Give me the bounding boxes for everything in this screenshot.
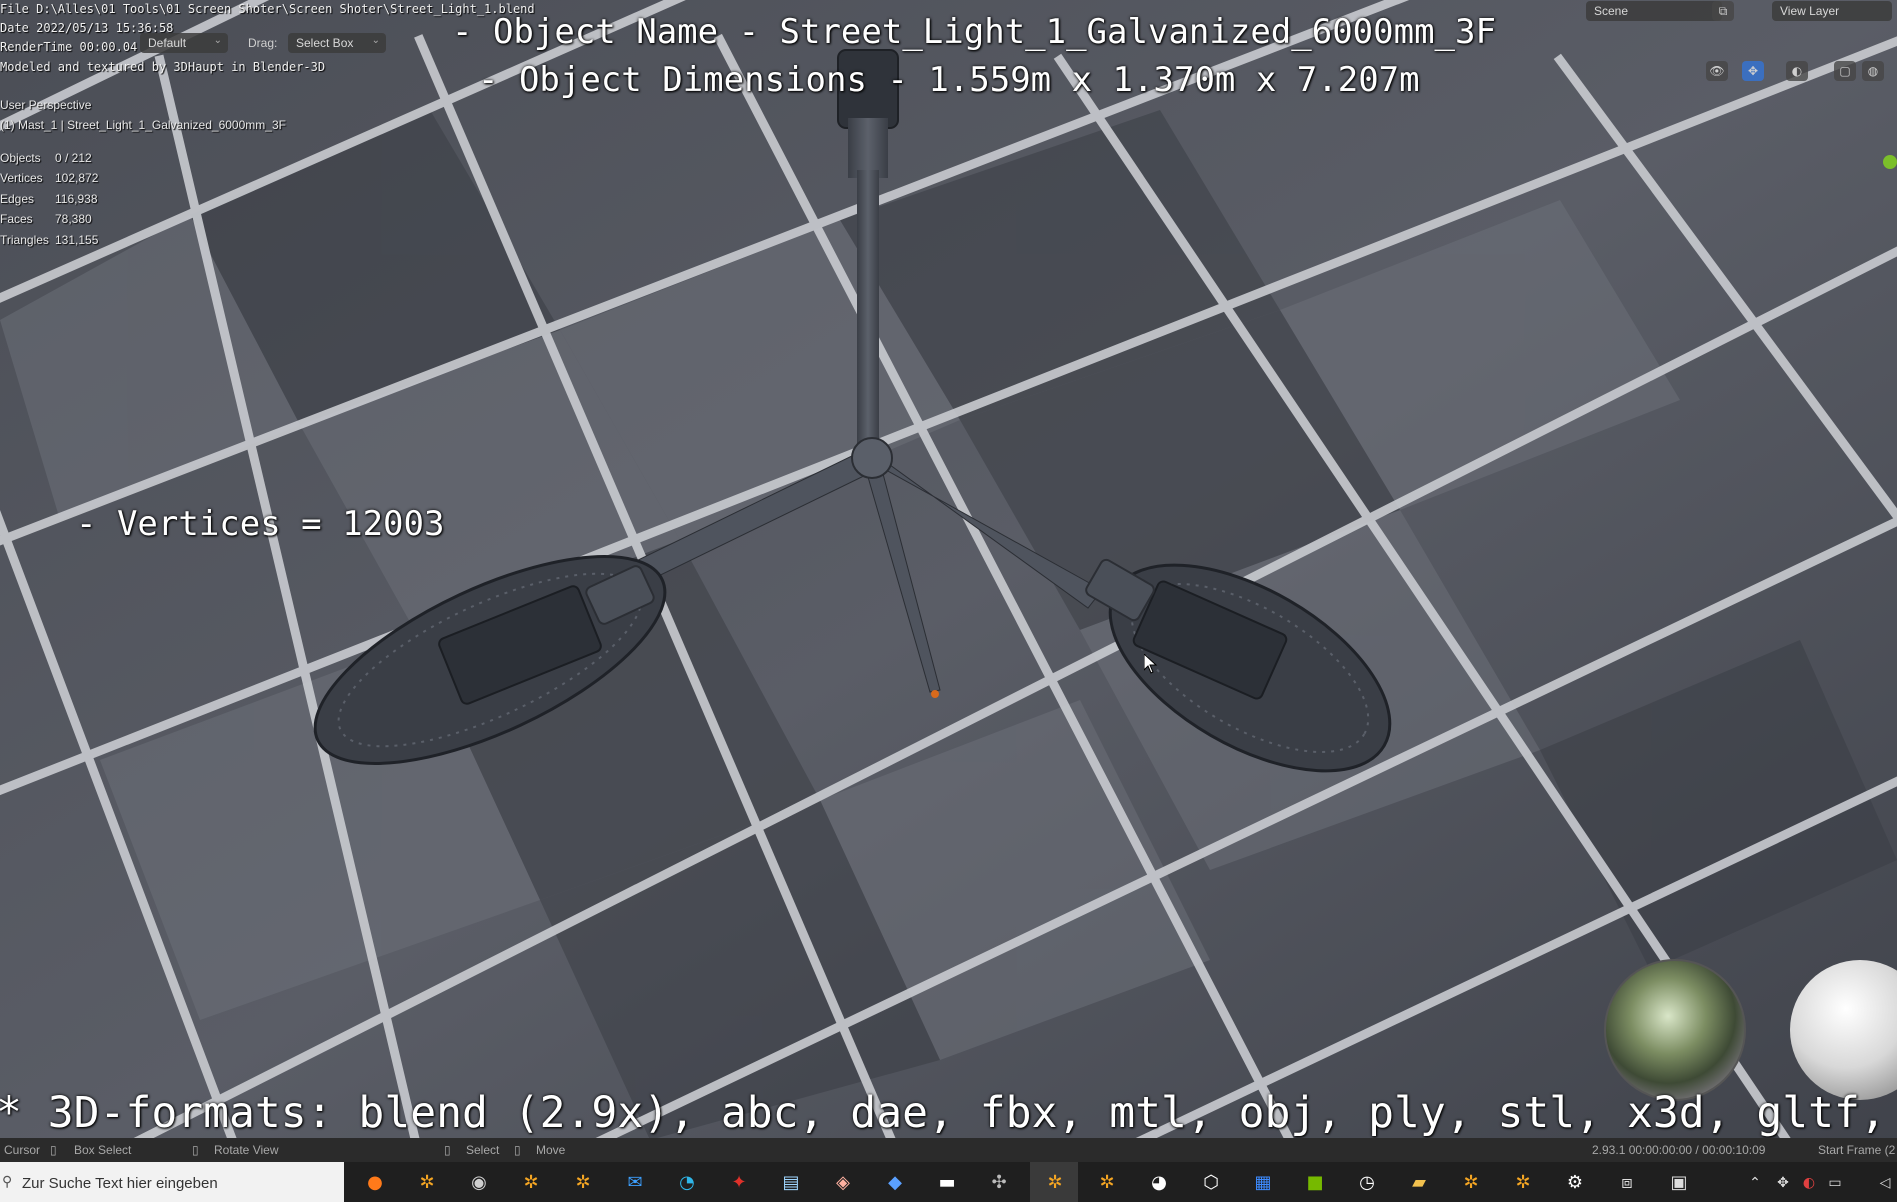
network-icon[interactable]: ⧈	[1614, 1170, 1640, 1196]
stat-triangles: Triangles 131,155	[0, 233, 99, 247]
blender-icon[interactable]: ✲	[1458, 1170, 1484, 1196]
overlay-icon[interactable]: ◐	[1786, 61, 1808, 81]
clock-icon[interactable]: ◷	[1354, 1170, 1380, 1196]
firefox-icon[interactable]: ●	[362, 1170, 388, 1196]
orientation-dropdown[interactable]: Default ⌄	[140, 33, 228, 53]
object-dimensions-overlay: - Object Dimensions - 1.559m x 1.370m x …	[478, 60, 1420, 100]
xray-icon[interactable]: ▢	[1834, 61, 1856, 81]
orientation-value: Default	[148, 36, 187, 50]
chevron-down-icon: ⌄	[213, 35, 222, 46]
blender-icon[interactable]: ✲	[1510, 1170, 1536, 1196]
mouse-left-icon: ▯	[50, 1143, 57, 1157]
folder-icon[interactable]: ▰	[1406, 1170, 1432, 1196]
tray-network-icon[interactable]: ✥	[1770, 1170, 1796, 1196]
stat-edges: Edges 116,938	[0, 192, 98, 206]
edge-icon[interactable]: ◔	[674, 1170, 700, 1196]
stat-vertices: Vertices 102,872	[0, 171, 99, 185]
cube-icon[interactable]: ⬡	[1198, 1170, 1224, 1196]
tray-battery-icon[interactable]: ▭	[1822, 1170, 1848, 1196]
status-rotate-view: Rotate View	[214, 1143, 279, 1157]
stat-objects: Objects 0 / 212	[0, 151, 92, 165]
box-icon[interactable]: ◆	[882, 1170, 908, 1196]
status-move: Move	[536, 1143, 566, 1157]
drag-dropdown[interactable]: Select Box ⌄	[288, 33, 386, 53]
status-select: Select	[466, 1143, 500, 1157]
paint-icon[interactable]: ◈	[830, 1170, 856, 1196]
modeled-by-stamp: Modeled and textured by 3DHaupt in Blend…	[0, 60, 326, 74]
3d-viewport[interactable]: - Object Name - Street_Light_1_Galvanize…	[0, 0, 1897, 1202]
scene-selector[interactable]: Scene	[1586, 1, 1722, 21]
mouse-middle-icon: ▯	[192, 1143, 199, 1157]
mouse-right-icon: ▯	[514, 1143, 521, 1157]
blender-icon[interactable]: ✲	[518, 1170, 544, 1196]
mouse-cursor-icon	[1144, 654, 1158, 674]
obs-icon[interactable]: ◉	[466, 1170, 492, 1196]
shading-wire-icon[interactable]: ◍	[1862, 61, 1884, 81]
file-path-stamp: File D:\Alles\01 Tools\01 Screen Shoter\…	[0, 2, 535, 16]
blender-icon[interactable]: ✲	[570, 1170, 596, 1196]
formats-overlay: * 3D-formats: blend (2.9x), abc, dae, fb…	[0, 1088, 1897, 1138]
status-start-frame: Start Frame (2	[1818, 1143, 1896, 1157]
hdri-preview-sphere	[1604, 959, 1746, 1101]
terminal-icon[interactable]: ▬	[934, 1170, 960, 1196]
drag-value: Select Box	[296, 36, 354, 50]
blender-icon[interactable]: ✲	[414, 1170, 440, 1196]
perspective-label: User Perspective	[0, 98, 92, 112]
notepad-icon[interactable]: ▤	[778, 1170, 804, 1196]
search-placeholder: Zur Suche Text hier eingeben	[22, 1175, 218, 1192]
stat-faces: Faces 78,380	[0, 212, 92, 226]
calendar-icon[interactable]: ▦	[1250, 1170, 1276, 1196]
taskbar: ⚲ Zur Suche Text hier eingeben ● ✲ ◉ ✲ ✲…	[0, 1162, 1897, 1202]
visibility-icon[interactable]: 👁	[1706, 61, 1728, 81]
status-version-time: 2.93.1 00:00:00:00 / 00:00:10:09	[1592, 1143, 1766, 1157]
blender-icon[interactable]: ✲	[1094, 1170, 1120, 1196]
mail-icon[interactable]: ✉	[622, 1170, 648, 1196]
app-icon[interactable]: ✦	[726, 1170, 752, 1196]
scene-label: Scene	[1594, 4, 1629, 18]
drag-label: Drag:	[248, 36, 278, 50]
tray-volume-icon[interactable]: ◁	[1872, 1170, 1897, 1196]
nav-gizmo-y-icon[interactable]	[1883, 155, 1897, 169]
blender-icon[interactable]: ✲	[1042, 1170, 1068, 1196]
vertices-overlay: - Vertices = 12003	[76, 504, 445, 544]
window-icon[interactable]: ▣	[1666, 1170, 1692, 1196]
tool-icon[interactable]: ✣	[986, 1170, 1012, 1196]
active-object-label: (1) Mast_1 | Street_Light_1_Galvanized_6…	[0, 118, 286, 132]
new-scene-icon[interactable]: ⧉	[1712, 1, 1734, 21]
tray-app-icon[interactable]: ◐	[1796, 1170, 1822, 1196]
nvidia-icon[interactable]: ■	[1302, 1170, 1328, 1196]
view-layer-selector[interactable]: View Layer	[1772, 1, 1892, 21]
view-layer-label: View Layer	[1780, 4, 1840, 18]
status-bar: Cursor ▯ Box Select ▯ Rotate View ▯ Sele…	[0, 1138, 1897, 1162]
render-time-stamp: RenderTime 00:00.04	[0, 40, 138, 54]
panda-icon[interactable]: ◕	[1146, 1170, 1172, 1196]
settings-icon[interactable]: ⚙	[1562, 1170, 1588, 1196]
chevron-down-icon: ⌄	[371, 35, 380, 46]
search-icon: ⚲	[2, 1173, 13, 1189]
gizmo-icon[interactable]: ✥	[1742, 61, 1764, 81]
mouse-left-icon: ▯	[444, 1143, 451, 1157]
taskbar-search-input[interactable]: ⚲ Zur Suche Text hier eingeben	[0, 1162, 344, 1202]
status-box-select: Box Select	[74, 1143, 132, 1157]
status-cursor: Cursor	[4, 1143, 41, 1157]
viewport-scene[interactable]	[0, 0, 1897, 1202]
object-name-overlay: - Object Name - Street_Light_1_Galvanize…	[452, 12, 1496, 52]
tray-chevron-up-icon[interactable]: ⌃	[1742, 1170, 1768, 1196]
